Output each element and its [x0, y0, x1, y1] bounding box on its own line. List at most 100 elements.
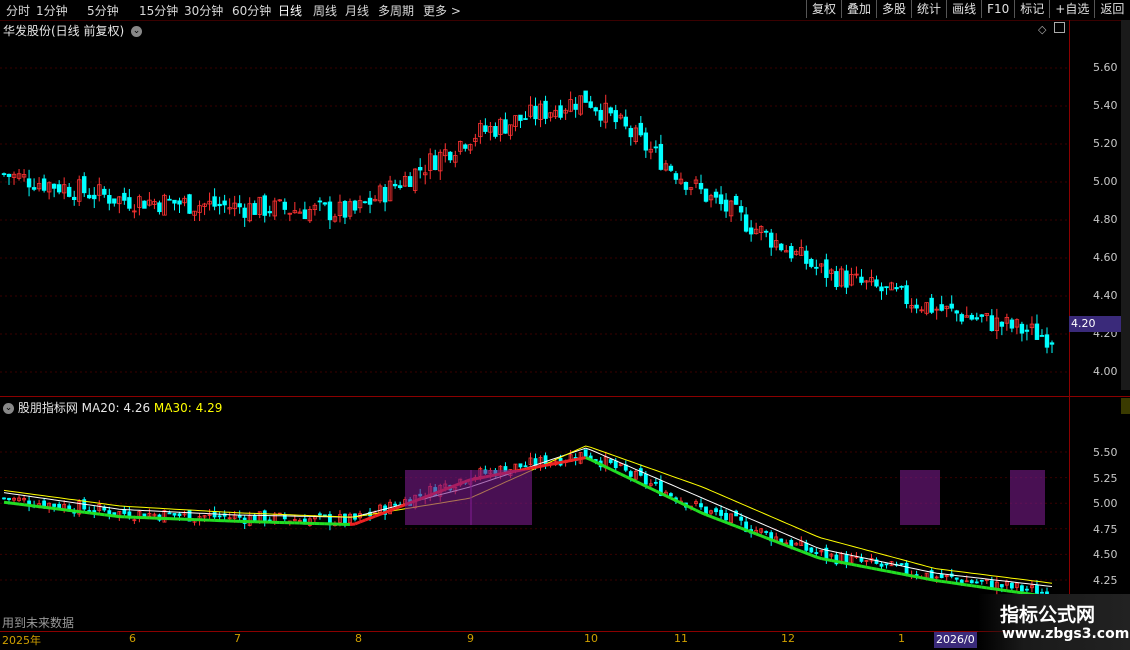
trend-segment: [99, 512, 105, 517]
candle-body: [723, 199, 729, 212]
trend-segment: [535, 464, 541, 469]
trend-segment: [710, 515, 717, 520]
trend-segment: [986, 586, 993, 591]
trend-segment: [43, 505, 50, 510]
candle-body: [122, 192, 127, 201]
trend-segment: [866, 565, 872, 570]
candle-body: [653, 146, 659, 149]
candle-body: [167, 512, 172, 515]
candle-body: [939, 573, 944, 579]
trend-segment: [580, 456, 586, 461]
candle-body: [874, 279, 879, 287]
candle-body: [638, 122, 644, 136]
trend-segment: [555, 460, 561, 465]
trend-segment: [565, 459, 571, 463]
candle-body: [714, 508, 718, 513]
indicator-tick: 5.25: [1093, 472, 1118, 485]
signal-zone: [470, 470, 532, 525]
candle-body: [628, 128, 633, 138]
candle-body: [668, 165, 674, 171]
trend-segment: [379, 510, 386, 516]
candle-body: [367, 197, 373, 205]
candle-body: [322, 202, 328, 205]
trend-segment: [74, 509, 80, 514]
trend-segment: [374, 512, 381, 518]
trend-segment: [770, 538, 777, 544]
trend-segment: [780, 542, 787, 547]
candle-body: [809, 258, 814, 267]
candle-body: [177, 513, 182, 517]
candle-body: [954, 310, 959, 314]
indicator-tick: 5.50: [1093, 446, 1118, 459]
candle-body: [739, 516, 744, 521]
trend-segment: [856, 563, 862, 568]
candle-body: [939, 304, 944, 311]
trend-segment: [931, 578, 937, 583]
candle-body: [673, 173, 679, 180]
candle-body: [999, 321, 1005, 327]
trend-segment: [740, 526, 747, 532]
trend-segment: [23, 503, 30, 507]
candle-body: [102, 188, 107, 195]
candlestick-chart[interactable]: [0, 0, 1070, 650]
candle-body: [583, 90, 588, 103]
trend-segment: [991, 587, 998, 591]
candle-body: [1009, 319, 1015, 329]
back-button[interactable]: 返回: [1094, 0, 1129, 18]
price-tick: 4.60: [1093, 251, 1118, 264]
candle-body: [237, 515, 242, 518]
trend-segment: [38, 505, 45, 509]
price-tick: 4.80: [1093, 213, 1118, 226]
candle-body: [217, 515, 222, 518]
trend-segment: [936, 579, 942, 583]
trend-segment: [745, 528, 752, 534]
candle-body: [859, 276, 864, 283]
candle-body: [142, 200, 147, 209]
candle-body: [989, 315, 995, 331]
candle-body: [608, 459, 613, 463]
candle-body: [282, 201, 288, 210]
candle-body: [66, 186, 72, 197]
trend-segment: [8, 501, 15, 505]
candle-body: [252, 203, 257, 215]
right-strip-graphic: [1121, 20, 1130, 414]
trend-segment: [826, 558, 832, 562]
trend-segment: [886, 569, 892, 574]
candle-body: [974, 581, 979, 584]
candle-body: [127, 197, 132, 209]
candle-body: [327, 201, 333, 221]
candle-body: [523, 118, 528, 120]
price-tick: 5.00: [1093, 175, 1118, 188]
trend-segment: [805, 551, 812, 557]
trend-segment: [18, 502, 25, 507]
trend-segment: [63, 508, 70, 512]
candle-body: [703, 188, 709, 202]
trend-segment: [896, 571, 902, 576]
candle-body: [713, 191, 719, 198]
candle-body: [107, 194, 112, 204]
trend-segment: [635, 479, 642, 486]
trend-segment: [349, 522, 356, 526]
trend-segment: [815, 555, 822, 560]
candle-body: [824, 259, 829, 278]
trend-segment: [735, 524, 742, 530]
trend-segment: [841, 560, 847, 565]
candle-body: [743, 214, 749, 232]
candle-body: [72, 196, 77, 200]
candle-body: [738, 206, 744, 213]
candle-body: [222, 200, 227, 206]
trend-segment: [921, 576, 927, 581]
trend-segment: [861, 564, 867, 569]
trend-segment: [399, 503, 406, 509]
trend-segment: [775, 540, 782, 545]
indicator-tick: 4.50: [1093, 548, 1118, 561]
candle-body: [463, 144, 468, 149]
candle-body: [879, 286, 884, 292]
candle-body: [1024, 329, 1030, 332]
trend-segment: [916, 575, 922, 580]
candle-body: [698, 182, 704, 190]
trend-segment: [800, 549, 807, 555]
trend-segment: [871, 566, 877, 571]
candle-body: [523, 465, 528, 468]
trend-segment: [851, 562, 857, 567]
